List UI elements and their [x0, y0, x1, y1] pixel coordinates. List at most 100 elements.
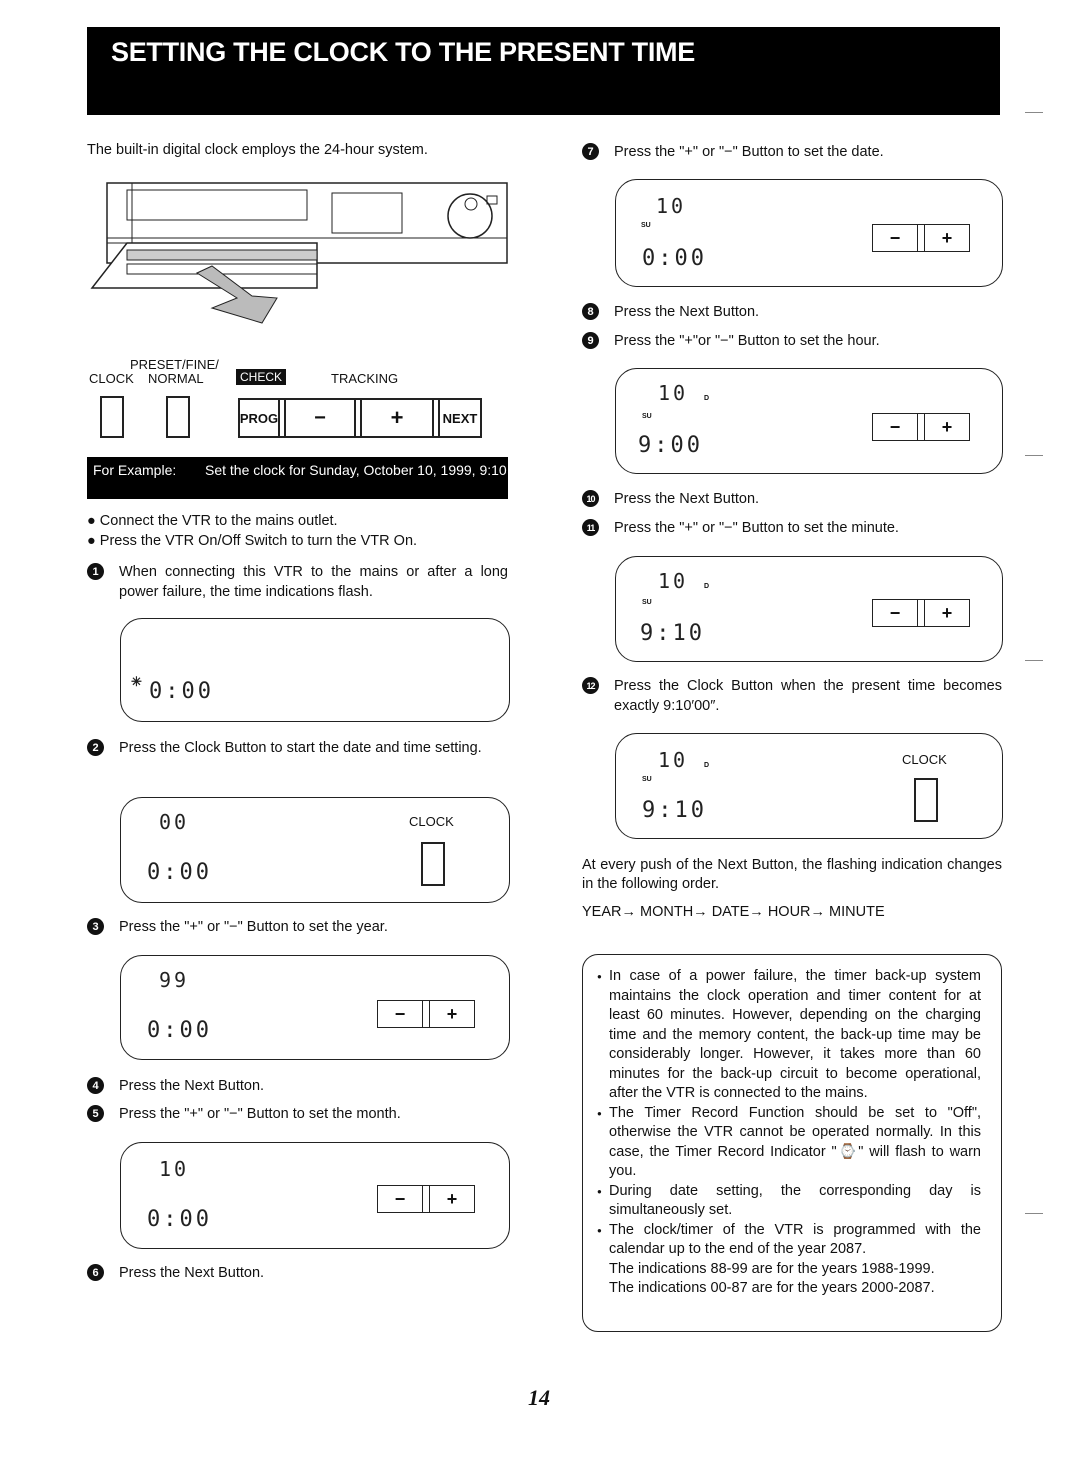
display-top-value: 00 — [159, 810, 190, 834]
display-top-value: 10 — [656, 194, 687, 218]
step-6: 6 Press the Next Button. — [87, 1263, 508, 1283]
plus-minus-buttons: − + — [872, 599, 970, 627]
display-time: 0:00 — [642, 246, 707, 271]
step-1: 1 When connecting this VTR to the mains … — [87, 562, 508, 602]
date-suffix: D — [704, 583, 710, 590]
display-top-value: 10 — [658, 569, 689, 593]
prereq-2: ● Press the VTR On/Off Switch to turn th… — [87, 533, 418, 549]
tracking-label: TRACKING — [331, 371, 399, 386]
prereq-2-text: Press the VTR On/Off Switch to turn the … — [99, 533, 418, 549]
next-button[interactable]: NEXT — [438, 398, 482, 438]
clock-button-icon — [914, 778, 938, 822]
step-text: Press the "+" or "−" Button to set the m… — [119, 1106, 401, 1122]
note-extra: The indications 00-87 are for the years … — [609, 1280, 935, 1296]
note-item: The clock/timer of the VTR is programmed… — [597, 1221, 981, 1260]
plus-minus-buttons: − + — [377, 1000, 475, 1028]
next-order-text: At every push of the Next Button, the fl… — [582, 857, 1002, 892]
step-text: Press the Next Button. — [119, 1078, 265, 1094]
margin-mark — [1025, 112, 1043, 113]
step-9: 9 Press the "+"or "−" Button to set the … — [582, 331, 1002, 351]
margin-mark — [1025, 455, 1043, 456]
note-item: The Timer Record Function should be set … — [597, 1104, 981, 1182]
display-step-2: 00 0:00 CLOCK — [120, 797, 510, 903]
tracking-buttons: PROG − + NEXT — [238, 398, 482, 438]
prereq-1-text: Connect the VTR to the mains outlet. — [99, 513, 338, 529]
step-text: Press the Clock Button when the present … — [614, 678, 1002, 714]
page-number: 14 — [528, 1385, 550, 1410]
note-item: In case of a power failure, the timer ba… — [597, 967, 981, 1104]
display-top-value: 10 — [658, 748, 689, 772]
prereq-1: ● Connect the VTR to the mains outlet. — [87, 513, 338, 529]
step-number: 1 — [87, 563, 104, 580]
minus-button[interactable]: − — [378, 1001, 422, 1027]
minus-button[interactable]: − — [378, 1186, 422, 1212]
step-text: Press the Clock Button to start the date… — [119, 740, 482, 756]
step-10: 10 Press the Next Button. — [582, 489, 1002, 509]
plus-button[interactable]: + — [925, 414, 969, 440]
title-bar: SETTING THE CLOCK TO THE PRESENT TIME — [87, 27, 1000, 115]
step-11: 11 Press the "+" or "−" Button to set th… — [582, 518, 1002, 538]
step-text: Press the Next Button. — [119, 1265, 265, 1281]
plus-button[interactable]: + — [925, 600, 969, 626]
example-box: For Example: Set the clock for Sunday, O… — [87, 457, 508, 499]
preset-button[interactable] — [166, 396, 190, 438]
plus-button[interactable]: + — [360, 398, 434, 438]
date-suffix: D — [704, 395, 710, 402]
plus-minus-buttons: − + — [377, 1185, 475, 1213]
display-time: 9:00 — [638, 433, 703, 458]
step-number: 4 — [87, 1077, 104, 1094]
step-2: 2 Press the Clock Button to start the da… — [87, 738, 508, 758]
plus-button[interactable]: + — [430, 1186, 474, 1212]
display-time: 9:10 — [640, 621, 705, 646]
step-text: Press the Next Button. — [614, 491, 760, 507]
step-text: Press the "+" or "−" Button to set the m… — [614, 520, 899, 536]
display-time: 0:00 — [147, 1207, 212, 1232]
clock-button[interactable] — [100, 396, 124, 438]
step-7: 7 Press the "+" or "−" Button to set the… — [582, 142, 1002, 162]
step-number: 8 — [582, 303, 599, 320]
display-time: 0:00 — [147, 860, 212, 885]
step-number: 12 — [582, 677, 599, 694]
display-top-value: 10 — [658, 381, 689, 405]
step-number: 2 — [87, 739, 104, 756]
vtr-illustration — [90, 182, 508, 324]
clock-button-icon — [421, 842, 445, 886]
step-3: 3 Press the "+" or "−" Button to set the… — [87, 917, 508, 937]
intro-text: The built-in digital clock employs the 2… — [87, 142, 428, 158]
display-time: 9:10 — [642, 798, 707, 823]
step-5: 5 Press the "+" or "−" Button to set the… — [87, 1104, 508, 1124]
minus-button[interactable]: − — [873, 414, 917, 440]
step-text: Press the "+"or "−" Button to set the ho… — [614, 333, 880, 349]
margin-mark — [1025, 1213, 1043, 1214]
display-time: 0:00 — [147, 1018, 212, 1043]
plus-minus-buttons: − + — [872, 224, 970, 252]
minus-button[interactable]: − — [873, 225, 917, 251]
notes-box: In case of a power failure, the timer ba… — [582, 954, 1002, 1332]
step-number: 9 — [582, 332, 599, 349]
step-text: When connecting this VTR to the mains or… — [119, 564, 508, 600]
example-text: Set the clock for Sunday, October 10, 19… — [205, 462, 507, 478]
plus-button[interactable]: + — [430, 1001, 474, 1027]
step-number: 3 — [87, 918, 104, 935]
day-indicator: SU — [642, 599, 652, 606]
step-number: 10 — [582, 490, 599, 507]
prog-button[interactable]: PROG — [238, 398, 280, 438]
display-step-9: 10 D SU 9:00 − + — [615, 368, 1003, 474]
margin-mark — [1025, 660, 1043, 661]
page-title: SETTING THE CLOCK TO THE PRESENT TIME — [111, 37, 695, 67]
next-order-sequence: YEAR→ MONTH→ DATE→ HOUR→ MINUTE — [582, 904, 885, 920]
minus-button[interactable]: − — [284, 398, 356, 438]
step-8: 8 Press the Next Button. — [582, 302, 1002, 322]
clock-label: CLOCK — [89, 371, 134, 386]
display-time: 0:00 — [149, 679, 214, 704]
display-step-1: ✳ 0:00 — [120, 618, 510, 722]
plus-button[interactable]: + — [925, 225, 969, 251]
minus-button[interactable]: − — [873, 600, 917, 626]
clock-button-label: CLOCK — [409, 814, 454, 829]
date-suffix: D — [704, 762, 710, 769]
display-top-value: 10 — [159, 1157, 190, 1181]
display-step-11: 10 D SU 9:10 − + — [615, 556, 1003, 662]
step-text: Press the "+" or "−" Button to set the d… — [614, 144, 884, 160]
display-step-12: 10 D SU 9:10 CLOCK — [615, 733, 1003, 839]
step-12: 12 Press the Clock Button when the prese… — [582, 676, 1002, 716]
